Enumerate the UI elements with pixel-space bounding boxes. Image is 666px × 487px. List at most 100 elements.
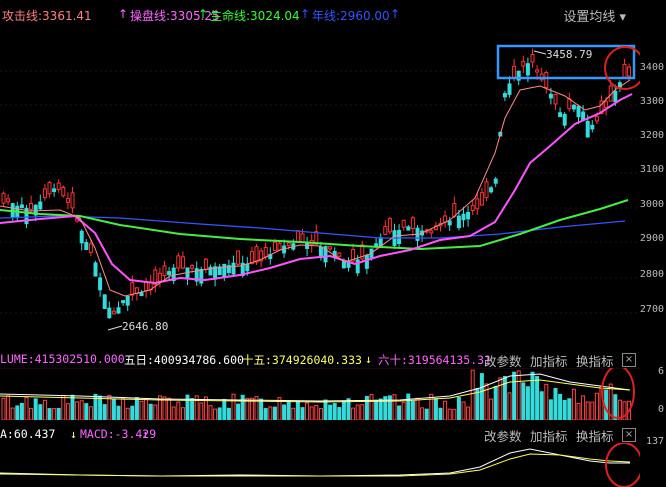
candlestick-chart[interactable]: 3458.79 2646.80: [0, 28, 640, 350]
candle-body: [263, 247, 268, 258]
volume-bar: [42, 399, 47, 420]
candle-body: [489, 187, 494, 193]
volume-bar: [116, 405, 121, 420]
candle-body: [107, 307, 112, 319]
candle-body: [176, 255, 181, 269]
candle-body: [535, 69, 540, 73]
candle-body: [65, 198, 70, 203]
volume-bar: [594, 392, 599, 420]
volume-bar: [153, 404, 158, 420]
candle-body: [167, 271, 172, 276]
volume-bar: [585, 401, 590, 420]
volume-ma60-label: 六十:319564135.31: [378, 353, 492, 367]
candle-body: [190, 265, 195, 269]
volume-bar: [38, 404, 43, 420]
volume-bar: [295, 400, 300, 420]
price-tick: 3400: [639, 62, 664, 73]
candle-body: [300, 233, 305, 243]
volume-bar: [332, 403, 337, 420]
arrow-up-icon: ↑: [300, 7, 311, 21]
volume-bar: [581, 395, 586, 420]
candle-body: [157, 272, 162, 282]
candle-body: [558, 112, 563, 118]
volume-bar: [337, 407, 342, 420]
volume-close-button[interactable]: ×: [622, 353, 636, 367]
candle-body: [121, 300, 126, 304]
candle-body: [512, 65, 517, 78]
candle-body: [525, 63, 530, 76]
red-circle-mark: [605, 443, 640, 487]
volume-bar: [576, 402, 581, 420]
volume-bar: [443, 400, 448, 420]
volume-bar: [466, 406, 471, 420]
volume-bar: [461, 401, 466, 420]
volume-bar: [355, 404, 360, 420]
volume-bar: [438, 407, 443, 420]
candle-body: [585, 120, 590, 138]
volume-bar: [15, 405, 20, 420]
volume-bar: [489, 398, 494, 420]
volume-bar: [176, 401, 181, 420]
volume-bar: [433, 398, 438, 420]
volume-bar: [406, 393, 411, 420]
volume-bar: [410, 400, 415, 420]
macd-tick: 137: [645, 436, 664, 447]
candle-body: [429, 230, 434, 234]
candle-body: [447, 220, 452, 226]
candle-body: [493, 178, 498, 184]
volume-bar: [79, 400, 84, 420]
candle-body: [180, 256, 185, 269]
price-axis: 3400 3300 3200 3100 3000 2900 2800 2700: [640, 28, 666, 350]
candle-body: [521, 60, 526, 67]
volume-bar: [222, 398, 227, 420]
candle-body: [397, 229, 402, 245]
volume-bar: [70, 394, 75, 420]
candle-body: [286, 242, 291, 247]
candle-body: [461, 213, 466, 221]
candle-body: [61, 186, 66, 197]
volume-bar: [130, 405, 135, 420]
volume-bar: [521, 382, 526, 420]
candle-body: [387, 218, 392, 233]
volume-bar: [360, 404, 365, 420]
chart-grid: [0, 70, 640, 314]
macd-close-button[interactable]: ×: [622, 428, 636, 442]
candle-body: [277, 242, 282, 251]
volume-bar: [309, 406, 314, 420]
volume-bar: [548, 399, 553, 420]
candle-body: [162, 265, 167, 277]
candle-body: [245, 263, 250, 272]
volume-bar: [305, 402, 310, 420]
candle-body: [6, 198, 11, 203]
candle-body: [254, 246, 259, 263]
candle-body: [479, 192, 484, 206]
volume-bar: [420, 407, 425, 420]
volume-bar: [199, 402, 204, 420]
volume-bar: [447, 408, 452, 420]
volume-bar: [56, 407, 61, 420]
volume-bar: [111, 398, 116, 420]
candle-body: [231, 262, 236, 275]
volume-bar: [148, 403, 153, 420]
candle-body: [475, 198, 480, 210]
volume-ma15-label: 十五:374926040.333: [242, 353, 362, 367]
volume-bar: [125, 407, 130, 420]
volume-bar: [424, 408, 429, 420]
volume-bar: [590, 401, 595, 420]
candle-body: [594, 116, 599, 122]
arrow-up-icon: ↑: [142, 427, 149, 441]
candle-body: [84, 241, 89, 250]
volume-chart: [0, 368, 640, 420]
ma2-line: [0, 93, 633, 285]
volume-bar: [84, 403, 89, 420]
candle-body: [10, 203, 15, 218]
volume-bar: [571, 388, 576, 420]
volume-bar: [144, 398, 149, 420]
volume-bar: [134, 397, 139, 420]
ma-settings-button[interactable]: 设置均线 ▾: [563, 6, 626, 25]
volume-label: LUME:415302510.000: [0, 352, 125, 366]
candle-body: [456, 215, 461, 229]
candle-body: [70, 192, 75, 209]
candle-body: [42, 188, 47, 198]
arrow-up-icon: ↑: [118, 7, 129, 21]
